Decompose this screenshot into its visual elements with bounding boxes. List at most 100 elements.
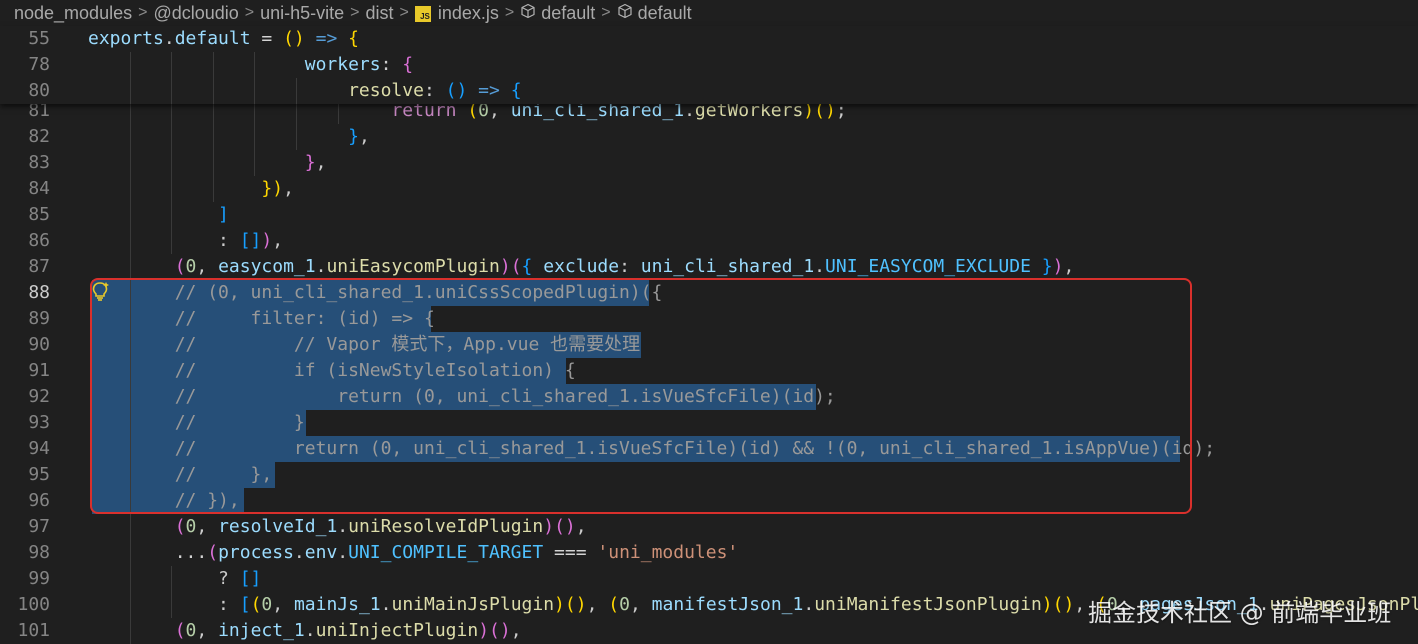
code-token: . [814,256,826,277]
code-token: mainJs_1 [293,594,381,615]
code-line[interactable]: 83 }, [0,150,1418,176]
line-number: 80 [28,80,50,101]
code-token: () [489,620,511,641]
code-token: UNI_EASYCOM_EXCLUDE [825,256,1031,277]
code-token: === [543,542,598,563]
code-token: () [283,28,305,49]
watermark: 掘金技术社区 @ 前端毕业班 [1088,599,1392,627]
code-token: inject_1 [218,620,305,641]
code-token: UNI_COMPILE_TARGET [348,542,544,563]
code-token: . [293,542,305,563]
line-number: 84 [28,178,50,199]
code-token: uniManifestJsonPlugin [814,594,1042,615]
sticky-code-line[interactable]: 55 exports.default = () => { [0,26,1418,52]
code-text: exports.default = () => { [88,26,359,52]
code-token: ) [1052,256,1064,277]
line-number: 78 [28,54,50,75]
code-token: [ [239,594,251,615]
line-number: 87 [28,256,50,277]
code-token: ( [250,594,262,615]
line-number: 91 [28,360,50,381]
code-token: ] [218,204,229,225]
sticky-code-line[interactable]: 80 resolve: () => { [0,78,1418,104]
code-token: : [423,80,446,101]
line-number: 86 [28,230,50,251]
code-token: ( [174,620,186,641]
code-token: ) [554,594,565,615]
code-line[interactable]: 98 ...(process.env.UNI_COMPILE_TARGET ==… [0,540,1418,566]
code-token: resolveId_1 [218,516,338,537]
code-text: ] [88,202,229,228]
code-token: { [510,80,522,101]
code-line[interactable]: 85 ] [0,202,1418,228]
line-number: 88 [28,282,50,303]
code-token: . [337,516,349,537]
code-text: (0, inject_1.uniInjectPlugin)(), [88,618,522,644]
code-token: 'uni_modules' [597,542,739,563]
code-token: process [218,542,294,563]
code-token: 0 [185,256,197,277]
sticky-code-line[interactable]: 78 workers: { [0,52,1418,78]
code-token: env [304,542,338,563]
code-text: }, [88,150,327,176]
code-token: ) [499,256,511,277]
code-token: ) [1041,594,1053,615]
code-token: } [348,126,359,147]
code-token: ( [174,516,186,537]
code-token: ) [543,516,555,537]
code-token: manifestJson_1 [651,594,804,615]
code-token: , [510,620,522,641]
code-token: : [88,230,240,251]
code-text: : []), [88,228,283,254]
code-token: uniEasycomPlugin [326,256,500,277]
code-token: ( [174,256,186,277]
line-number: 89 [28,308,50,329]
code-line[interactable]: 84 }), [0,176,1418,202]
code-token: . [315,256,327,277]
code-token: workers [88,54,381,75]
code-token: resolve [88,80,424,101]
code-token: , [629,594,652,615]
code-token: , [586,594,609,615]
code-text: ...(process.env.UNI_COMPILE_TARGET === '… [88,540,739,566]
code-token: ? [88,568,240,589]
code-token: , [196,620,219,641]
sticky-scroll-header[interactable]: 55 exports.default = () => {78 workers: {… [0,26,1418,104]
code-token: ( [207,542,219,563]
code-token: uni_cli_shared_1 [640,256,815,277]
code-token: uniInjectPlugin [315,620,479,641]
line-number: 82 [28,126,50,147]
line-number: 92 [28,386,50,407]
code-token: : [380,54,403,75]
code-text: resolve: () => { [88,78,522,104]
code-token: () [564,594,587,615]
code-line[interactable]: 87 (0, easycom_1.uniEasycomPlugin)({ exc… [0,254,1418,280]
code-token: => [304,28,349,49]
code-token: } [1041,256,1053,277]
code-token: , [196,256,219,277]
code-token: } [304,152,316,173]
code-token: { [521,256,533,277]
lightbulb-icon[interactable] [90,280,110,306]
code-line[interactable]: 82 }, [0,124,1418,150]
line-number: 99 [28,568,50,589]
code-line[interactable]: 86 : []), [0,228,1418,254]
code-token: => [467,80,511,101]
line-number: 90 [28,334,50,355]
line-number: 96 [28,490,50,511]
code-text: ? [] [88,566,261,592]
code-token: , [1063,256,1075,277]
code-text: }, [88,124,370,150]
code-token: , [196,516,219,537]
code-line[interactable]: 99 ? [] [0,566,1418,592]
line-number: 98 [28,542,50,563]
line-number: 83 [28,152,50,173]
code-line[interactable]: 97 (0, resolveId_1.uniResolveIdPlugin)()… [0,514,1418,540]
code-token: , [272,230,284,251]
code-token: . [163,28,175,49]
